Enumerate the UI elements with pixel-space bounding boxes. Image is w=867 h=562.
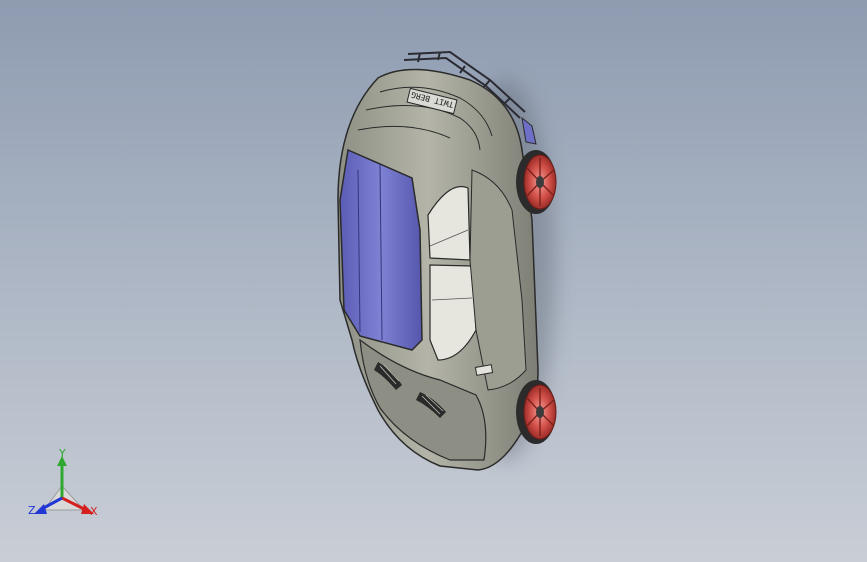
axis-z-label: Z — [28, 504, 36, 517]
axis-x-label: X — [90, 505, 98, 518]
car-model[interactable]: TWIT BERG — [300, 40, 590, 480]
axis-y-label: Y — [59, 447, 66, 460]
graphics-viewport[interactable]: TWIT BERG Y X Z — [0, 0, 867, 562]
wheel-front — [516, 380, 557, 444]
wheel-rear — [516, 150, 557, 214]
reference-triad: Y X Z — [22, 448, 106, 524]
